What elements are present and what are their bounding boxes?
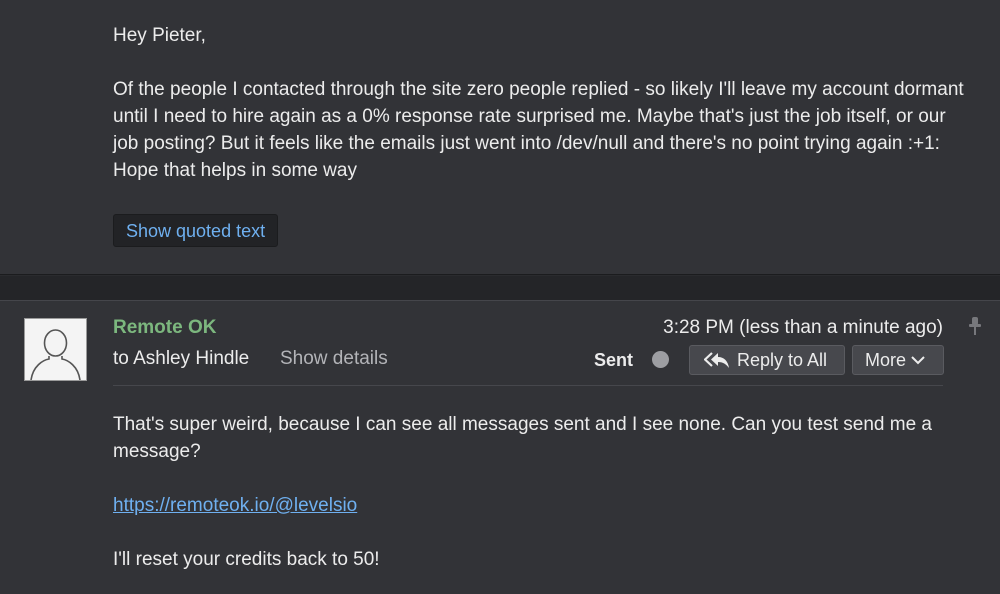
avatar bbox=[24, 318, 87, 381]
pin-icon[interactable] bbox=[968, 317, 982, 335]
message-paragraph: Of the people I contacted through the si… bbox=[113, 79, 964, 181]
reply-to-all-label: Reply to All bbox=[737, 350, 828, 370]
message-greeting: Hey Pieter, bbox=[113, 25, 206, 46]
show-quoted-text-button[interactable]: Show quoted text bbox=[113, 214, 279, 247]
profile-link[interactable]: https://remoteok.io/@levelsio bbox=[113, 495, 357, 516]
header-divider bbox=[113, 385, 943, 386]
more-menu-button[interactable]: More bbox=[852, 345, 944, 375]
reply-to-all-button[interactable]: Reply to All bbox=[689, 345, 845, 375]
sender-name[interactable]: Remote OK bbox=[113, 317, 216, 339]
previous-message: Hey Pieter, Of the people I contacted th… bbox=[0, 0, 1000, 275]
show-details-link[interactable]: Show details bbox=[280, 348, 388, 370]
status-indicator-icon bbox=[652, 351, 669, 368]
message-link-line: https://remoteok.io/@levelsio bbox=[113, 492, 963, 519]
message-separator bbox=[0, 276, 1000, 300]
message-timestamp: 3:28 PM (less than a minute ago) bbox=[663, 317, 943, 338]
previous-message-body: Hey Pieter, Of the people I contacted th… bbox=[113, 22, 973, 184]
message-text: That's super weird, because I can see al… bbox=[113, 414, 932, 462]
reply-all-icon bbox=[704, 352, 729, 368]
status-label: Sent bbox=[594, 350, 634, 370]
current-message: Remote OK to Ashley Hindle Show details … bbox=[0, 300, 1000, 594]
message-closing: I'll reset your credits back to 50! bbox=[113, 549, 380, 570]
user-silhouette-icon bbox=[25, 319, 86, 380]
chevron-down-icon bbox=[911, 356, 925, 365]
current-message-body: That's super weird, because I can see al… bbox=[113, 411, 963, 573]
more-label: More bbox=[865, 350, 907, 370]
email-thread: Hey Pieter, Of the people I contacted th… bbox=[0, 0, 1000, 594]
recipient-line: to Ashley Hindle bbox=[113, 348, 250, 369]
